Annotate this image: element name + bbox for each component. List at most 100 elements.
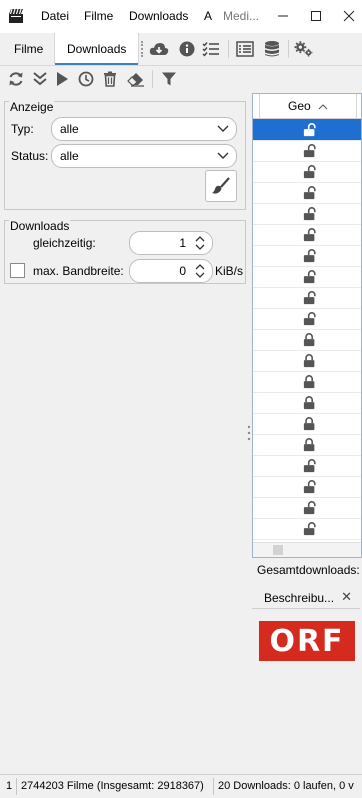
main-tabbar: Filme Downloads — [0, 33, 362, 66]
table-row[interactable] — [253, 329, 361, 351]
table-row[interactable] — [253, 287, 361, 309]
info-button[interactable] — [177, 39, 197, 59]
concurrent-label: gleichzeitig: — [33, 236, 96, 250]
bandwidth-value: 0 — [179, 264, 186, 278]
lock-closed-icon — [303, 333, 315, 347]
chevron-down-icon — [217, 152, 229, 159]
table-row[interactable] — [253, 497, 361, 519]
status-separator — [16, 778, 17, 795]
tab-downloads-label: Downloads — [67, 41, 127, 56]
table-row[interactable] — [253, 350, 361, 372]
lock-closed-icon — [303, 396, 315, 410]
spinner-arrows-icon[interactable] — [192, 262, 208, 280]
chevron-down-icon — [217, 125, 229, 132]
download-cloud-button[interactable] — [149, 39, 169, 59]
minimize-button[interactable] — [271, 4, 295, 28]
tab-filme[interactable]: Filme — [2, 33, 55, 64]
lock-closed-icon — [303, 354, 315, 368]
menu-filme[interactable]: Filme — [84, 9, 113, 23]
drag-handle[interactable] — [141, 41, 146, 57]
eraser-icon — [127, 73, 144, 87]
status-label: Status: — [11, 149, 49, 163]
tab-filme-label: Filme — [14, 41, 44, 56]
minimize-icon — [278, 15, 288, 17]
lock-open-icon — [303, 123, 316, 137]
menu-datei[interactable]: Datei — [41, 9, 69, 23]
toolbar-separator — [228, 40, 229, 58]
delete-button[interactable] — [100, 69, 120, 89]
table-row[interactable] — [253, 203, 361, 225]
concurrent-spinner[interactable]: 1 — [129, 231, 213, 255]
refresh-button[interactable] — [6, 69, 26, 89]
clear-filter-button[interactable] — [205, 170, 237, 202]
type-select-value: alle — [60, 122, 79, 136]
display-filter-group: Anzeige Typ: alle Status: alle — [4, 100, 246, 210]
filter-button[interactable] — [159, 69, 179, 89]
geo-column-label: Geo — [287, 99, 311, 113]
gears-icon — [294, 41, 313, 57]
table-row[interactable] — [253, 371, 361, 393]
settings-button[interactable] — [294, 39, 314, 59]
list-view-button[interactable] — [235, 39, 255, 59]
start-button[interactable] — [52, 69, 72, 89]
clean-up-button[interactable] — [126, 69, 146, 89]
table-row[interactable] — [253, 434, 361, 456]
table-row[interactable] — [253, 119, 361, 141]
table-row[interactable] — [253, 455, 361, 477]
close-window-button[interactable] — [337, 4, 361, 28]
splitter-grip[interactable] — [247, 425, 251, 441]
lock-open-icon — [303, 501, 316, 515]
table-row[interactable] — [253, 140, 361, 162]
lock-open-icon — [303, 522, 316, 536]
database-icon — [265, 41, 279, 57]
type-select[interactable]: alle — [51, 117, 237, 141]
table-row[interactable] — [253, 413, 361, 435]
database-button[interactable] — [262, 39, 282, 59]
menu-downloads[interactable]: Downloads — [129, 9, 188, 23]
double-chevron-down-icon — [33, 72, 47, 86]
info-icon — [179, 41, 195, 57]
table-row[interactable] — [253, 245, 361, 267]
horizontal-scrollbar[interactable] — [253, 542, 361, 557]
downloads-toolbar — [0, 66, 362, 92]
lock-open-icon — [303, 480, 316, 494]
lock-closed-icon — [303, 417, 315, 431]
table-row[interactable] — [253, 161, 361, 183]
table-row[interactable] — [253, 224, 361, 246]
schedule-button[interactable] — [76, 69, 96, 89]
close-description-icon[interactable]: ✕ — [341, 589, 352, 605]
table-row[interactable] — [253, 392, 361, 414]
table-row[interactable] — [253, 182, 361, 204]
trash-icon — [104, 71, 116, 87]
lock-open-icon — [303, 228, 316, 242]
clapperboard-icon[interactable] — [8, 8, 24, 24]
status-select[interactable]: alle — [51, 144, 237, 168]
refresh-icon — [9, 72, 23, 86]
maximize-button[interactable] — [304, 4, 328, 28]
sort-ascending-icon — [318, 104, 328, 110]
bandwidth-checkbox[interactable] — [10, 263, 25, 278]
description-tab[interactable]: Beschreibu... ✕ — [252, 585, 360, 609]
tab-downloads[interactable]: Downloads — [54, 33, 140, 65]
table-row[interactable] — [253, 476, 361, 498]
lock-open-icon — [303, 270, 316, 284]
table-row[interactable] — [253, 308, 361, 330]
geo-column-header[interactable]: Geo — [259, 94, 357, 118]
expand-all-button[interactable] — [30, 69, 50, 89]
table-row[interactable] — [253, 518, 361, 540]
table-row[interactable] — [253, 266, 361, 288]
checklist-button[interactable] — [201, 39, 221, 59]
scrollbar-thumb[interactable] — [273, 545, 283, 555]
bandwidth-spinner[interactable]: 0 — [129, 259, 213, 283]
status-bar: 1 2744203 Filme (Insgesamt: 2918367) 20 … — [0, 774, 362, 798]
spinner-arrows-icon[interactable] — [192, 234, 208, 252]
downloads-settings-group: Downloads gleichzeitig: 1 max. Bandbreit… — [4, 219, 246, 284]
concurrent-value: 1 — [179, 236, 186, 250]
lock-open-icon — [303, 291, 316, 305]
total-downloads-label: Gesamtdownloads: — [257, 563, 360, 577]
menu-a[interactable]: A — [204, 9, 212, 23]
channel-logo-text: ORF — [269, 623, 345, 659]
play-icon — [57, 72, 68, 86]
lock-open-icon — [303, 459, 316, 473]
lock-open-icon — [303, 312, 316, 326]
